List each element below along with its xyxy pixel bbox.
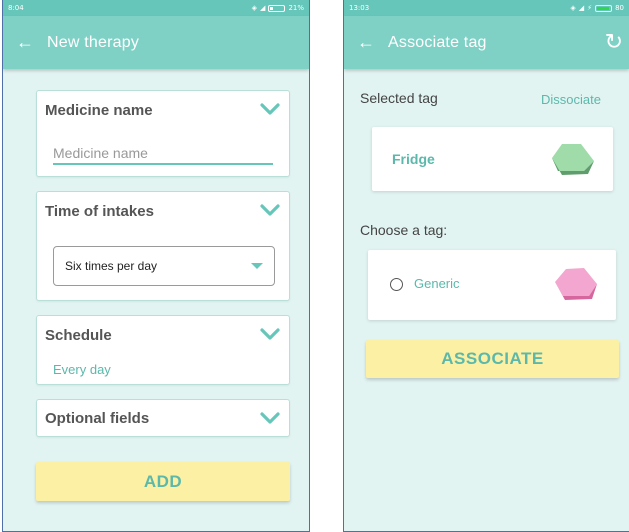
- page-title: Associate tag: [388, 33, 487, 51]
- tag-option-name: Generic: [414, 276, 460, 291]
- chevron-down-icon[interactable]: [259, 326, 281, 342]
- schedule-card[interactable]: Schedule Every day: [36, 315, 290, 385]
- time-of-intakes-title: Time of intakes: [45, 203, 154, 220]
- selected-tag-name: Fridge: [392, 151, 435, 167]
- status-bar: 8:04 ◈ ◢ 21%: [3, 0, 309, 16]
- optional-fields-card[interactable]: Optional fields: [36, 399, 290, 437]
- wifi-icon: ◈: [251, 4, 258, 12]
- chevron-down-icon[interactable]: [259, 202, 281, 218]
- charging-icon: ⚡: [587, 4, 593, 12]
- tag-option-card[interactable]: Generic: [368, 250, 616, 320]
- associate-button[interactable]: ASSOCIATE: [366, 340, 619, 378]
- add-button[interactable]: ADD: [36, 462, 290, 501]
- back-arrow-icon[interactable]: ←: [344, 32, 388, 53]
- app-bar: ← New therapy: [3, 16, 309, 69]
- status-time: 13:03: [349, 4, 370, 12]
- signal-icon: ◢: [578, 4, 585, 12]
- schedule-title: Schedule: [45, 327, 112, 344]
- medicine-name-title: Medicine name: [45, 102, 153, 119]
- wifi-icon: ◈: [570, 4, 576, 12]
- associate-tag-screen: 13:03 ◈ ◢ ⚡ 80 ← Associate tag ↻ Selecte…: [343, 0, 629, 532]
- status-icons: ◈ ◢ 21%: [252, 4, 304, 12]
- intakes-dropdown[interactable]: Six times per day: [53, 246, 275, 286]
- dropdown-arrow-icon: [251, 263, 263, 269]
- dissociate-link[interactable]: Dissociate: [541, 92, 601, 107]
- medicine-name-card: Medicine name: [36, 90, 290, 177]
- fridge-tag-icon: [552, 144, 594, 175]
- time-of-intakes-card: Time of intakes Six times per day: [36, 191, 290, 301]
- signal-icon: ◢: [260, 4, 266, 12]
- medicine-name-input[interactable]: [53, 143, 273, 165]
- battery-level: 80: [615, 4, 624, 12]
- optional-fields-title: Optional fields: [45, 410, 150, 427]
- status-icons: ◈ ◢ ⚡ 80: [570, 4, 624, 12]
- battery-icon: [595, 4, 613, 12]
- generic-tag-icon: [555, 268, 597, 300]
- back-arrow-icon[interactable]: ←: [3, 32, 47, 53]
- refresh-icon[interactable]: ↻: [605, 29, 623, 55]
- status-bar: 13:03 ◈ ◢ ⚡ 80: [344, 0, 629, 16]
- battery-icon: [268, 4, 286, 12]
- battery-level: 21%: [288, 4, 304, 12]
- page-title: New therapy: [47, 33, 140, 51]
- status-time: 8:04: [8, 4, 24, 12]
- chevron-down-icon[interactable]: [259, 101, 281, 117]
- chevron-down-icon[interactable]: [259, 410, 281, 426]
- schedule-value: Every day: [53, 362, 111, 377]
- new-therapy-screen: 8:04 ◈ ◢ 21% ← New therapy Medicine name…: [2, 0, 310, 532]
- choose-tag-label: Choose a tag:: [360, 222, 448, 238]
- tag-radio-button[interactable]: [390, 278, 403, 291]
- selected-tag-card: Fridge: [372, 127, 613, 191]
- app-bar: ← Associate tag ↻: [344, 16, 629, 69]
- intakes-selected-value: Six times per day: [65, 259, 158, 273]
- selected-tag-label: Selected tag: [360, 90, 438, 106]
